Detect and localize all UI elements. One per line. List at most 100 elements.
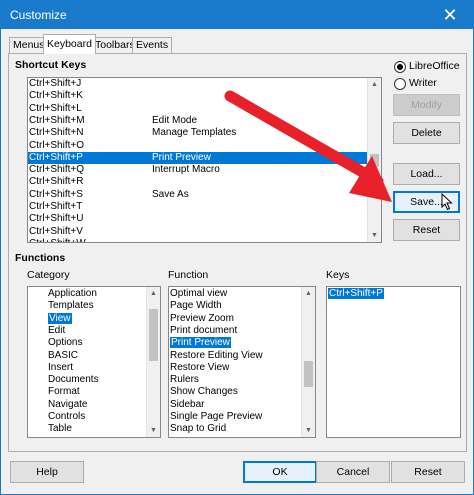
function-label: Function (168, 269, 209, 281)
shortcut-key-cell: Ctrl+Shift+M (29, 114, 85, 126)
scroll-down-icon[interactable]: ▼ (147, 424, 160, 437)
list-item[interactable]: Restore Editing View (170, 350, 263, 362)
function-item-label: Show Changes (170, 386, 238, 398)
list-item[interactable]: Single Page Preview (170, 411, 262, 423)
radio-selected-dot (397, 64, 403, 70)
function-list-scrollbar[interactable]: ▲ ▼ (301, 287, 315, 437)
shortcut-command-cell: Interrupt Macro (152, 164, 220, 176)
list-item[interactable]: Options (48, 337, 82, 349)
function-item-label: Rulers (170, 374, 199, 386)
function-item-label: Snap to Grid (170, 423, 227, 435)
shortcut-keys-label: Shortcut Keys (15, 59, 87, 71)
modify-button[interactable]: Modify (393, 94, 460, 116)
dialog-button-bar: Help OK Cancel Reset (2, 454, 472, 494)
key-item-label: Ctrl+Shift+P (328, 288, 384, 299)
radio-writer[interactable] (394, 78, 406, 90)
scroll-thumb[interactable] (304, 361, 313, 387)
scroll-down-icon[interactable]: ▼ (368, 229, 381, 242)
table-row[interactable]: Ctrl+Shift+K (28, 90, 368, 102)
shortcut-keys-list[interactable]: Ctrl+Shift+J Ctrl+Shift+K Ctrl+Shift+L Ctrl… (27, 77, 382, 243)
table-row[interactable]: Ctrl+Shift+N Manage Templates (28, 127, 368, 139)
function-list[interactable]: Optimal view Page Width Preview Zoom Print … (168, 286, 316, 438)
category-list-scrollbar[interactable]: ▲ ▼ (146, 287, 160, 437)
list-item[interactable]: Templates (48, 300, 94, 312)
list-item[interactable]: BASIC (48, 350, 78, 362)
radio-libreoffice-label[interactable]: LibreOffice (409, 60, 460, 72)
list-item[interactable]: Snap to Grid (170, 423, 226, 435)
scroll-down-icon[interactable]: ▼ (302, 424, 315, 437)
function-item-label: Optimal view (170, 288, 228, 299)
function-item-label: Preview Zoom (170, 312, 234, 324)
list-item[interactable]: Navigate (48, 399, 87, 411)
list-item[interactable]: Show Changes (170, 386, 238, 398)
list-item[interactable]: Rulers (170, 374, 199, 386)
shortcut-list-scrollbar[interactable]: ▲ ▼ (367, 78, 381, 242)
shortcut-key-cell: Ctrl+Shift+J (29, 78, 82, 89)
close-icon[interactable]: ✕ (427, 1, 473, 29)
load-button[interactable]: Load... (393, 163, 460, 185)
category-item-label: Table (48, 423, 72, 435)
list-item[interactable]: Format (48, 386, 80, 398)
table-row[interactable]: Ctrl+Shift+S Save As (28, 189, 368, 201)
list-item[interactable]: View (48, 312, 72, 325)
category-item-label: Navigate (48, 398, 88, 410)
shortcut-key-cell: Ctrl+Shift+S (29, 188, 83, 200)
shortcut-key-cell: Ctrl+Shift+W (29, 238, 86, 242)
table-row[interactable]: Ctrl+Shift+M Edit Mode (28, 115, 368, 127)
function-item-label: Print Preview (170, 337, 231, 349)
table-row[interactable]: Ctrl+Shift+J (28, 78, 368, 90)
reset-shortcut-button[interactable]: Reset (393, 219, 460, 241)
table-row[interactable]: Ctrl+Shift+Q Interrupt Macro (28, 164, 368, 176)
shortcut-key-cell: Ctrl+Shift+N (29, 127, 84, 139)
help-button[interactable]: Help (10, 461, 84, 483)
function-item-label: Sidebar (170, 398, 205, 410)
table-row[interactable]: Ctrl+Shift+P Print Preview (28, 151, 368, 165)
radio-writer-label[interactable]: Writer (409, 77, 437, 89)
list-item[interactable]: Print Preview (170, 337, 231, 349)
scroll-up-icon[interactable]: ▲ (368, 78, 381, 91)
function-item-label: Restore View (170, 361, 230, 373)
scroll-thumb[interactable] (370, 154, 379, 167)
list-item[interactable]: Optimal view (170, 288, 227, 300)
window-title: Customize (10, 8, 67, 22)
keys-list[interactable]: Ctrl+Shift+P (326, 286, 461, 438)
functions-label: Functions (15, 252, 66, 264)
category-item-label: Templates (48, 300, 94, 312)
table-row[interactable]: Ctrl+Shift+R (28, 176, 368, 188)
radio-libreoffice[interactable] (394, 61, 406, 73)
delete-button[interactable]: Delete (393, 122, 460, 144)
cancel-button[interactable]: Cancel (316, 461, 390, 483)
table-row[interactable]: Ctrl+Shift+T (28, 201, 368, 213)
reset-button[interactable]: Reset (391, 461, 465, 483)
table-row[interactable]: Ctrl+Shift+W (28, 238, 368, 242)
ok-button[interactable]: OK (243, 461, 317, 483)
list-item[interactable]: Application (48, 288, 97, 300)
keyboard-tab-panel: Shortcut Keys Ctrl+Shift+J Ctrl+Shift+K Ct… (8, 53, 467, 452)
scroll-up-icon[interactable]: ▲ (147, 287, 160, 300)
category-item-label: Format (48, 386, 80, 398)
scroll-thumb[interactable] (149, 309, 158, 361)
table-row[interactable]: Ctrl+Shift+L (28, 103, 368, 115)
list-item[interactable]: Documents (48, 374, 99, 386)
table-row[interactable]: Ctrl+Shift+O (28, 140, 368, 152)
scroll-up-icon[interactable]: ▲ (302, 287, 315, 300)
category-item-label: Application (48, 288, 97, 299)
list-item[interactable]: Sidebar (170, 399, 204, 411)
list-item[interactable]: Restore View (170, 362, 229, 374)
tab-keyboard[interactable]: Keyboard (43, 34, 96, 54)
list-item[interactable]: Print document (170, 325, 237, 337)
table-row[interactable]: Ctrl+Shift+U (28, 213, 368, 225)
tab-events[interactable]: Events (132, 37, 173, 53)
shortcut-key-cell: Ctrl+Shift+L (29, 102, 82, 114)
list-item[interactable]: Controls (48, 411, 85, 423)
shortcut-command-cell: Save As (152, 188, 189, 200)
list-item[interactable]: Ctrl+Shift+P (328, 288, 384, 300)
category-item-label: Documents (48, 374, 99, 386)
table-row[interactable]: Ctrl+Shift+V (28, 226, 368, 238)
list-item[interactable]: Preview Zoom (170, 313, 234, 325)
list-item[interactable]: Insert (48, 362, 73, 374)
list-item[interactable]: Edit (48, 325, 65, 337)
list-item[interactable]: Page Width (170, 300, 222, 312)
category-list[interactable]: Application Templates View Edit Options BASIC… (27, 286, 161, 438)
list-item[interactable]: Table (48, 423, 72, 435)
